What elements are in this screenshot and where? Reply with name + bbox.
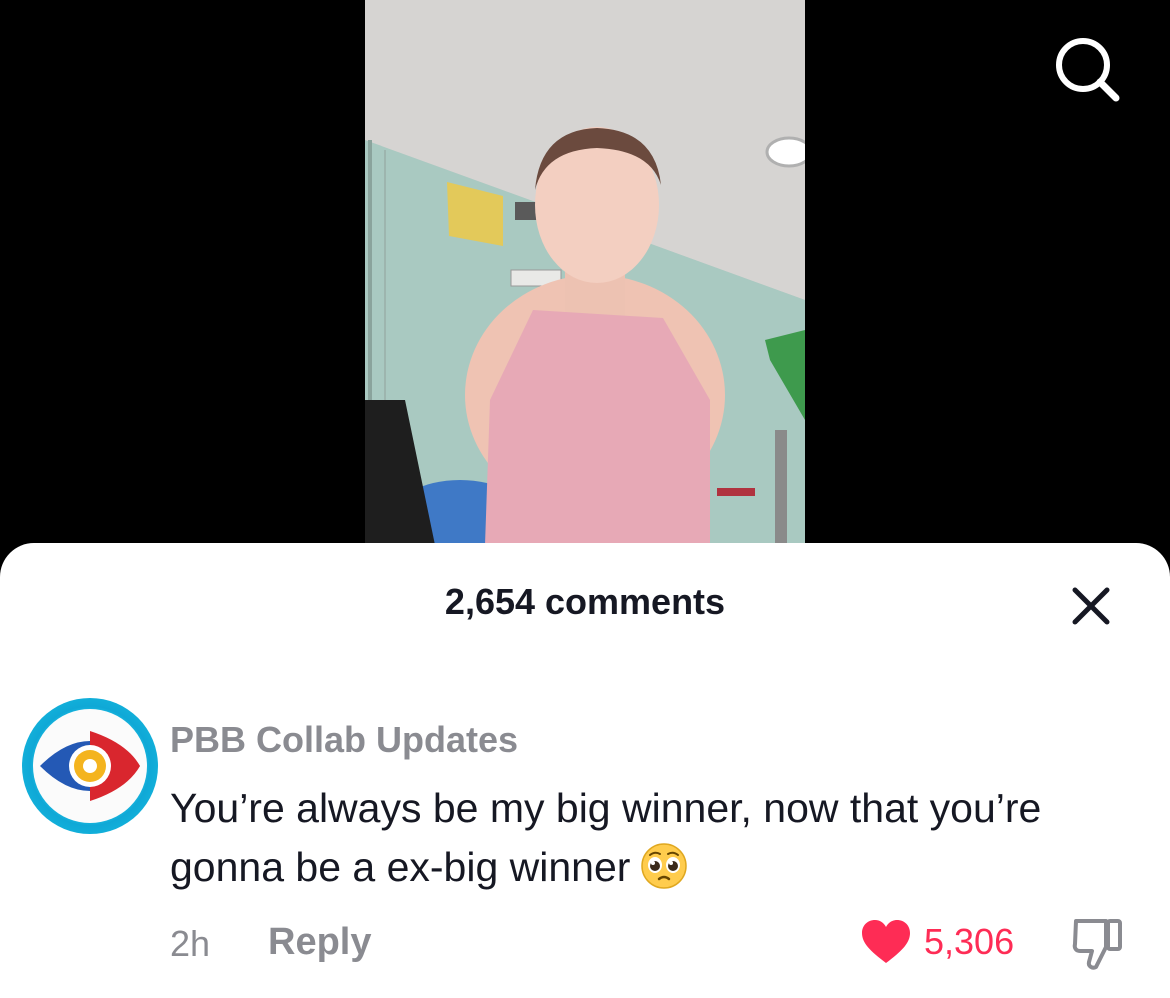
dislike-button[interactable] <box>1068 915 1128 973</box>
pbb-eye-logo <box>33 709 147 823</box>
like-button[interactable]: 5,306 <box>860 917 1014 967</box>
search-button[interactable] <box>1052 34 1122 104</box>
comments-count-title: 2,654 comments <box>444 581 726 622</box>
thumbs-down-icon <box>1072 919 1122 970</box>
heart-icon <box>862 920 910 963</box>
video-image <box>365 0 805 545</box>
comment-text: You’re always be my big winner, now that… <box>170 779 1070 897</box>
comment-time: 2h <box>170 923 211 964</box>
video-thumbnail[interactable] <box>365 0 805 545</box>
avatar[interactable] <box>22 698 158 834</box>
comments-sheet: 2,654 comments PBB Collab Updates You’re… <box>0 543 1170 998</box>
comment-body: You’re always be my big winner, now that… <box>170 785 1042 890</box>
reply-button[interactable]: Reply <box>268 921 371 964</box>
close-comments-button[interactable] <box>1066 581 1116 631</box>
comment-username[interactable]: PBB Collab Updates <box>170 719 518 761</box>
pleading-face-emoji-icon <box>640 842 688 890</box>
close-icon <box>1072 587 1110 625</box>
like-count: 5,306 <box>924 921 1015 962</box>
search-icon <box>1056 38 1120 102</box>
video-area[interactable] <box>0 0 1170 560</box>
